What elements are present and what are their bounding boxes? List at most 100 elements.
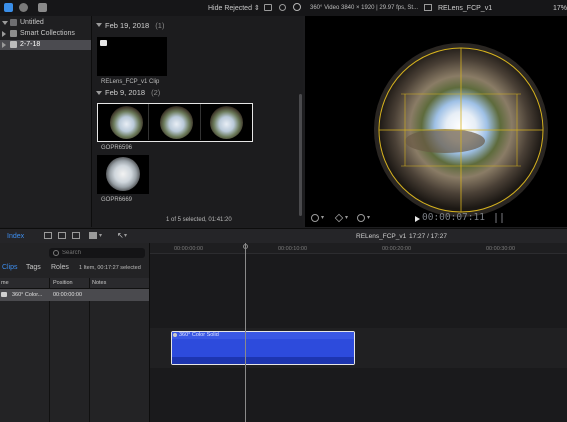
titles-generators-icon[interactable] — [38, 3, 47, 12]
zoom-level[interactable]: 17% — [553, 4, 567, 13]
column-header-position[interactable]: Position — [53, 279, 73, 288]
date-label: Feb 9, 2018 — [105, 88, 146, 97]
project-icon — [424, 4, 432, 11]
timeline-duration: 17:27 / 17:27 — [409, 233, 447, 240]
clip-thumbnail[interactable] — [97, 37, 167, 76]
ruler-tick-label: 00:00:30:00 — [486, 246, 516, 252]
video-format-label: 360° Video 3840 × 1920 | 29.97 fps, St..… — [310, 5, 419, 11]
row-name: 360° Color... — [12, 292, 43, 298]
browser-status: 1 of 5 selected, 01:41:20 — [166, 217, 232, 223]
timecode-display[interactable]: 00:00:07:11 — [422, 212, 485, 223]
date-label: Feb 19, 2018 — [105, 21, 150, 30]
clip-bottom-bar — [172, 357, 354, 364]
clip-count: (1) — [155, 21, 165, 30]
chevron-down-icon[interactable]: ▾ — [367, 214, 370, 223]
disclosure-triangle-icon[interactable] — [2, 42, 6, 48]
timeline-project-name: RELens_FCP_v1 — [356, 233, 407, 240]
view-options-icon[interactable] — [311, 214, 319, 222]
video-frame — [210, 106, 243, 139]
photos-audio-icon[interactable] — [19, 3, 28, 12]
timeline-toolbar: Index ▾ ↖ ▾ RELens_FCP_v1 17:27 / 17:27 — [0, 228, 567, 244]
chevron-down-icon[interactable]: ▾ — [345, 214, 348, 223]
browser-scrollbar[interactable] — [299, 94, 302, 216]
date-group-header: Feb 9, 2018 (2) — [105, 88, 160, 97]
viewer: ▾ ▾ ▾ 00:00:07:11 — [305, 16, 567, 227]
sidebar-item-label: Smart Collections — [20, 30, 75, 37]
chevron-down-icon[interactable]: ▾ — [321, 214, 324, 223]
chevron-down-icon[interactable]: ▾ — [99, 232, 102, 241]
sidebar-item-smart-collections[interactable]: Smart Collections — [0, 29, 91, 39]
clip-title-bar: 360° Color Solid — [172, 332, 354, 339]
search-icon[interactable] — [293, 3, 301, 11]
sidebar-item-library[interactable]: Untitled — [0, 18, 91, 28]
chevron-down-icon[interactable]: ▾ — [124, 232, 127, 241]
playhead[interactable] — [245, 243, 246, 422]
speed-icon[interactable] — [357, 214, 365, 222]
search-icon — [53, 250, 59, 256]
tab-clips[interactable]: Clips — [2, 263, 18, 272]
clip-name: GOPR6669 — [101, 197, 133, 203]
table-row[interactable]: 360° Color... 00:00:00:00 — [0, 289, 149, 301]
frame-divider — [148, 104, 149, 140]
clip-count: (2) — [151, 88, 161, 97]
hide-rejected-filter[interactable]: Hide Rejected ⇕ — [208, 4, 260, 13]
viewer-divider — [495, 213, 497, 223]
viewer-divider — [501, 213, 503, 223]
ruler-tick-label: 00:00:10:00 — [278, 246, 308, 252]
libraries-icon[interactable] — [4, 3, 13, 12]
disclosure-triangle-icon[interactable] — [96, 23, 102, 27]
clip-appearance-icon[interactable] — [264, 4, 272, 11]
search-input[interactable] — [62, 248, 140, 258]
date-group-header: Feb 19, 2018 (1) — [105, 21, 164, 30]
clip-title: 360° Color Solid — [179, 332, 219, 338]
app-toolbar: Hide Rejected ⇕ 360° Video 3840 × 1920 |… — [0, 0, 567, 16]
select-tool-icon[interactable]: ↖ — [117, 231, 124, 240]
clip-icon — [1, 292, 7, 297]
clip-filmstrip-selected[interactable] — [97, 103, 253, 142]
timeline-index: Clips Tags Roles 1 Item, 00:17:27 select… — [0, 243, 150, 422]
viewer-canvas[interactable] — [305, 16, 567, 227]
filter-icon[interactable] — [279, 4, 286, 11]
overwrite-clip-icon[interactable] — [89, 232, 97, 239]
index-button[interactable]: Index — [7, 232, 24, 241]
video-frame — [110, 106, 143, 139]
disclosure-triangle-icon[interactable] — [2, 31, 6, 37]
play-icon[interactable] — [415, 216, 420, 222]
clip-name: RELens_FCP_v1 Clip — [101, 79, 160, 85]
timeline: 00:00:00:00 00:00:10:00 00:00:20:00 00:0… — [150, 243, 567, 422]
viewer-project-title: RELens_FCP_v1 — [438, 5, 493, 12]
ruler-tick-label: 00:00:00:00 — [174, 246, 204, 252]
connect-clip-icon[interactable] — [44, 232, 52, 239]
folder-icon — [10, 30, 17, 37]
timeline-clip[interactable]: 360° Color Solid — [171, 331, 355, 365]
append-clip-icon[interactable] — [72, 232, 80, 239]
sidebar-item-event[interactable]: 2-7-18 — [0, 40, 91, 50]
insert-clip-icon[interactable] — [58, 232, 66, 239]
video-frame — [160, 106, 193, 139]
playhead-handle[interactable] — [243, 244, 248, 249]
sidebar-item-label: 2-7-18 — [20, 41, 41, 48]
clip-thumbnail[interactable] — [97, 155, 149, 194]
disclosure-triangle-icon[interactable] — [96, 91, 102, 95]
library-icon — [10, 19, 17, 26]
column-header-name[interactable]: me — [1, 279, 9, 288]
row-position: 00:00:00:00 — [53, 292, 83, 298]
clip-type-icon — [173, 333, 177, 337]
clip-name: GOPR6596 — [101, 145, 133, 151]
event-icon — [10, 41, 17, 48]
video-frame — [106, 157, 140, 191]
event-browser: Feb 19, 2018 (1) RELens_FCP_v1 Clip Feb … — [92, 16, 303, 227]
disclosure-triangle-icon[interactable] — [2, 21, 8, 25]
search-field[interactable] — [49, 248, 145, 258]
table-header: me Position Notes — [0, 278, 149, 289]
index-summary: 1 Item, 00:17:27 selected — [79, 265, 141, 271]
libraries-sidebar: Untitled Smart Collections 2-7-18 — [0, 16, 92, 227]
sidebar-item-label: Untitled — [20, 19, 44, 26]
tab-roles[interactable]: Roles — [51, 263, 69, 272]
frame-divider — [200, 104, 201, 140]
crowd-area — [405, 129, 485, 153]
timecode-value: 00:00:07:11 — [422, 212, 485, 223]
timeline-ruler[interactable]: 00:00:00:00 00:00:10:00 00:00:20:00 00:0… — [150, 243, 567, 254]
column-header-notes[interactable]: Notes — [92, 279, 106, 288]
tab-tags[interactable]: Tags — [26, 263, 41, 272]
